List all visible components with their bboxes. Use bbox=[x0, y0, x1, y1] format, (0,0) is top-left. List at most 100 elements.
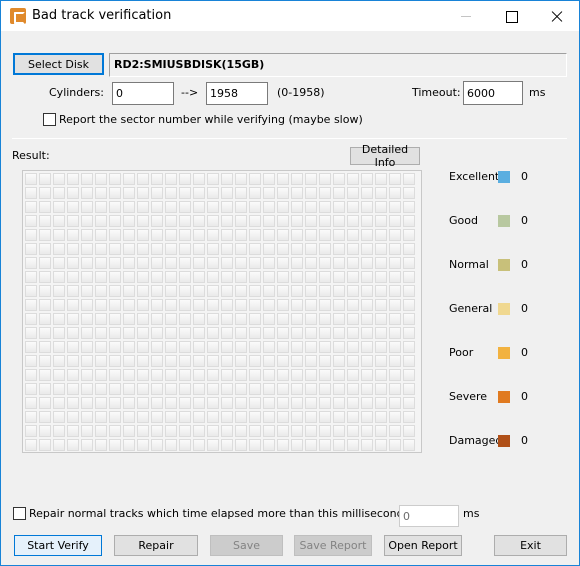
track-cell bbox=[291, 327, 303, 339]
track-cell bbox=[235, 173, 247, 185]
track-cell bbox=[81, 439, 93, 451]
track-cell bbox=[193, 215, 205, 227]
track-cell bbox=[389, 215, 401, 227]
track-cell bbox=[165, 327, 177, 339]
track-cell bbox=[193, 299, 205, 311]
track-cell bbox=[67, 257, 79, 269]
track-cell bbox=[81, 313, 93, 325]
track-cell bbox=[319, 313, 331, 325]
track-cell bbox=[193, 257, 205, 269]
track-cell bbox=[53, 355, 65, 367]
track-cell bbox=[123, 215, 135, 227]
track-cell bbox=[347, 425, 359, 437]
track-cell bbox=[95, 369, 107, 381]
track-cell bbox=[53, 327, 65, 339]
detailed-info-button[interactable]: Detailed Info bbox=[350, 143, 420, 169]
legend-count: 0 bbox=[521, 214, 528, 227]
bad-track-verification-window: Bad track verification Select Disk RD2:S… bbox=[0, 0, 580, 566]
track-cell bbox=[263, 397, 275, 409]
maximize-button[interactable] bbox=[487, 1, 533, 31]
track-cell bbox=[67, 271, 79, 283]
repair-threshold-input[interactable] bbox=[399, 505, 459, 527]
track-cell bbox=[277, 257, 289, 269]
track-cell bbox=[249, 439, 261, 451]
save-report-button[interactable]: Save Report bbox=[294, 535, 372, 556]
track-result-grid bbox=[22, 170, 422, 453]
track-cell bbox=[53, 229, 65, 241]
save-button[interactable]: Save bbox=[210, 535, 283, 556]
report-sector-checkbox[interactable] bbox=[43, 113, 56, 126]
track-cell bbox=[319, 383, 331, 395]
track-cell bbox=[389, 257, 401, 269]
track-cell bbox=[305, 341, 317, 353]
track-cell bbox=[109, 411, 121, 423]
close-button[interactable] bbox=[533, 1, 579, 31]
track-cell bbox=[333, 243, 345, 255]
track-cell bbox=[333, 187, 345, 199]
track-cell bbox=[375, 271, 387, 283]
track-cell bbox=[137, 215, 149, 227]
track-cell bbox=[235, 243, 247, 255]
cylinder-to-input[interactable] bbox=[206, 82, 268, 105]
track-cell bbox=[375, 243, 387, 255]
track-cell bbox=[291, 439, 303, 451]
track-cell bbox=[291, 201, 303, 213]
track-cell bbox=[235, 215, 247, 227]
track-cell bbox=[333, 425, 345, 437]
exit-button[interactable]: Exit bbox=[494, 535, 567, 556]
track-cell bbox=[333, 411, 345, 423]
track-cell bbox=[249, 341, 261, 353]
track-cell bbox=[221, 341, 233, 353]
track-cell bbox=[207, 201, 219, 213]
track-cell bbox=[319, 285, 331, 297]
track-cell bbox=[25, 341, 37, 353]
select-disk-button[interactable]: Select Disk bbox=[13, 53, 104, 75]
track-cell bbox=[151, 397, 163, 409]
track-cell bbox=[25, 299, 37, 311]
track-cell bbox=[263, 229, 275, 241]
repair-button[interactable]: Repair bbox=[114, 535, 198, 556]
track-cell bbox=[25, 243, 37, 255]
track-cell bbox=[53, 369, 65, 381]
legend-label: Damaged bbox=[449, 434, 503, 447]
track-cell bbox=[95, 411, 107, 423]
track-cell bbox=[39, 341, 51, 353]
track-cell bbox=[291, 425, 303, 437]
track-cell bbox=[39, 355, 51, 367]
track-cell bbox=[347, 271, 359, 283]
track-cell bbox=[375, 355, 387, 367]
track-cell bbox=[39, 271, 51, 283]
track-cell bbox=[81, 341, 93, 353]
minimize-button[interactable] bbox=[441, 1, 487, 31]
track-cell bbox=[347, 299, 359, 311]
track-cell bbox=[67, 383, 79, 395]
track-cell bbox=[151, 411, 163, 423]
track-cell bbox=[123, 341, 135, 353]
track-cell bbox=[221, 215, 233, 227]
track-cell bbox=[403, 383, 415, 395]
track-cell bbox=[361, 355, 373, 367]
track-cell bbox=[221, 355, 233, 367]
track-cell bbox=[263, 369, 275, 381]
repair-option-checkbox[interactable] bbox=[13, 507, 26, 520]
open-report-button[interactable]: Open Report bbox=[384, 535, 462, 556]
track-cell bbox=[25, 327, 37, 339]
track-cell bbox=[137, 397, 149, 409]
track-cell bbox=[249, 187, 261, 199]
track-cell bbox=[277, 411, 289, 423]
track-cell bbox=[333, 355, 345, 367]
track-cell bbox=[67, 229, 79, 241]
track-cell bbox=[249, 299, 261, 311]
track-cell bbox=[81, 425, 93, 437]
cylinder-from-input[interactable] bbox=[112, 82, 174, 105]
track-cell bbox=[67, 187, 79, 199]
track-cell bbox=[25, 229, 37, 241]
track-cell bbox=[179, 411, 191, 423]
track-cell bbox=[361, 327, 373, 339]
timeout-input[interactable] bbox=[463, 81, 523, 105]
track-cell bbox=[347, 439, 359, 451]
track-cell bbox=[25, 425, 37, 437]
track-cell bbox=[235, 383, 247, 395]
track-cell bbox=[53, 257, 65, 269]
start-verify-button[interactable]: Start Verify bbox=[14, 535, 102, 556]
